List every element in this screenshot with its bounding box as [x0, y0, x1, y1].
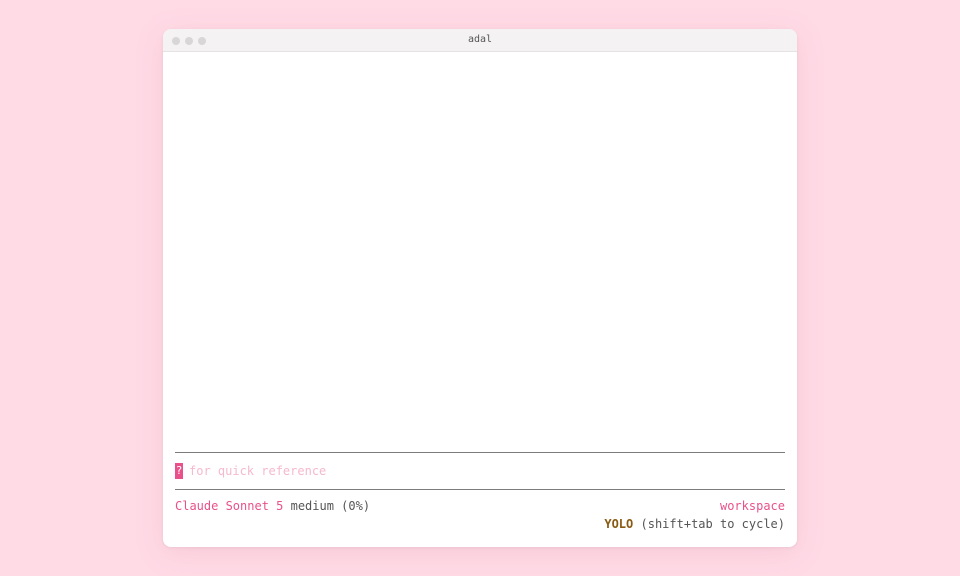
workspace-label: workspace [719, 499, 785, 513]
prompt-top-divider [175, 452, 785, 453]
prompt-input[interactable]: ? for quick reference [175, 462, 326, 480]
terminal-window: adal ? for quick reference Claude Sonnet… [163, 29, 797, 547]
model-status: Claude Sonnet 5 medium (0%) [175, 499, 370, 513]
model-name: Claude Sonnet 5 [175, 499, 284, 513]
text-cursor: ? [175, 463, 183, 479]
mode-status: YOLO (shift+tab to cycle) [604, 517, 785, 531]
effort-level: medium (0%) [290, 499, 371, 513]
window-title: adal [467, 34, 493, 45]
prompt-placeholder: for quick reference [189, 464, 327, 478]
prompt-bottom-divider [175, 489, 785, 490]
title-bar: adal [163, 29, 797, 52]
mode-hint: (shift+tab to cycle) [640, 517, 786, 531]
mode-badge: YOLO [604, 517, 634, 531]
